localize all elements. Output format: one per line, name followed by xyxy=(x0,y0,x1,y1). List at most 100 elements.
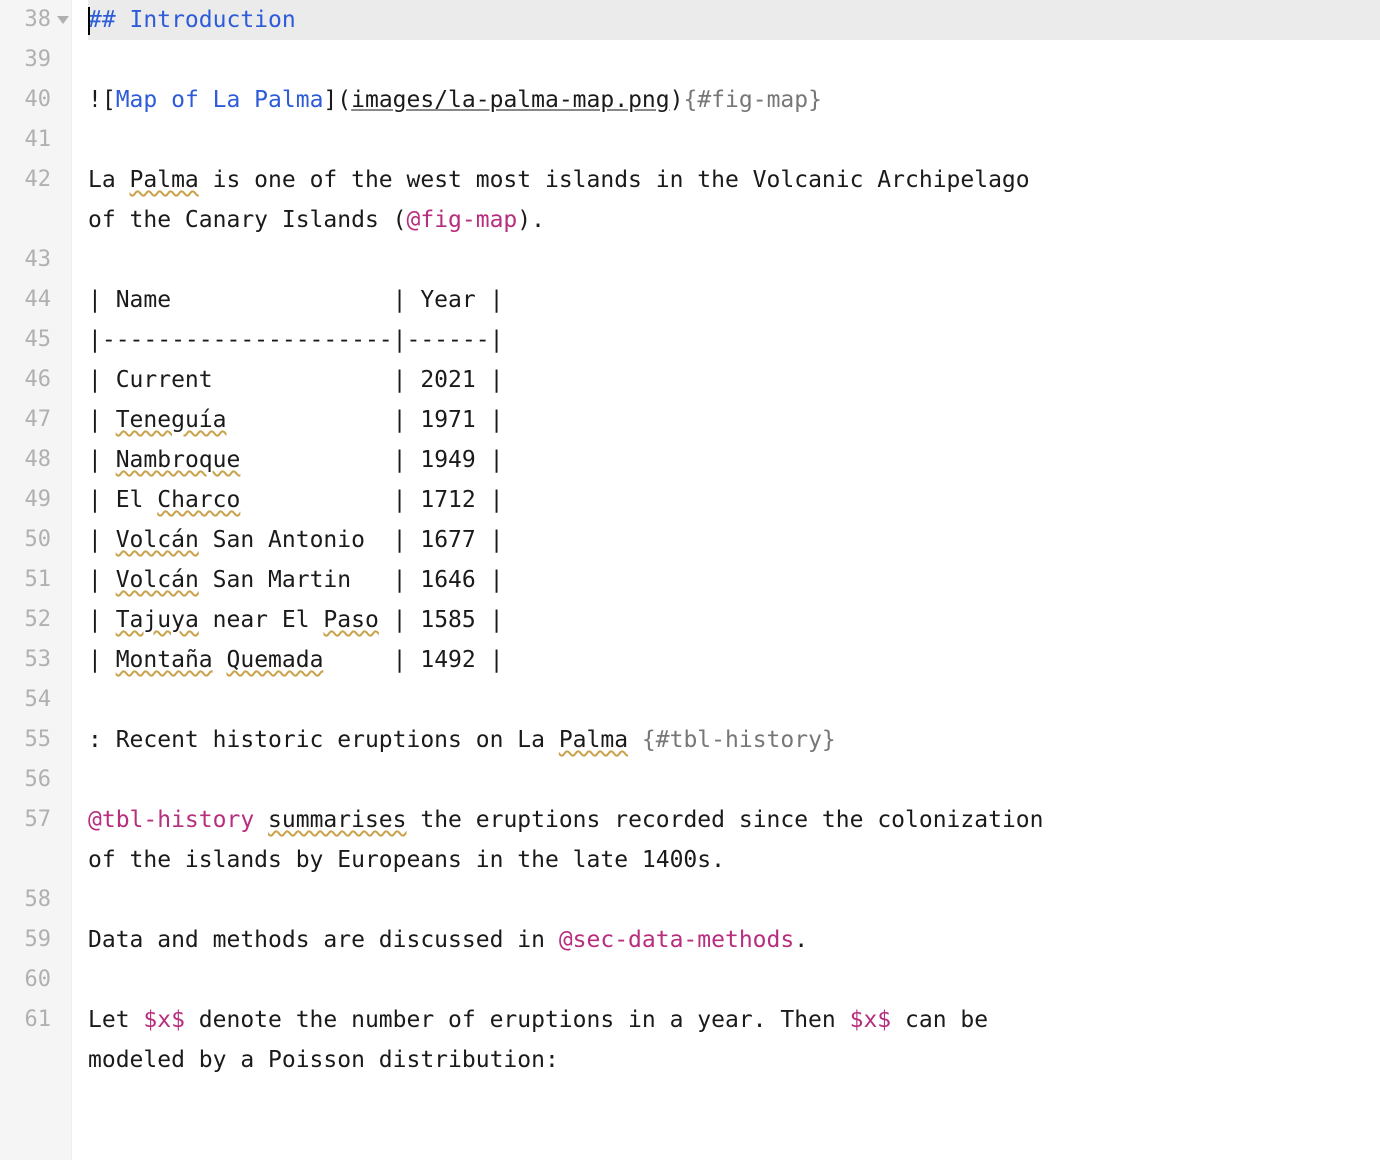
code-token: @fig-map xyxy=(407,207,518,233)
line-number: 47 xyxy=(0,400,71,440)
code-line[interactable] xyxy=(88,880,1380,920)
code-token: {#fig-map} xyxy=(683,87,821,113)
code-line[interactable]: of the Canary Islands (@fig-map). xyxy=(88,200,1380,240)
line-number: 56 xyxy=(0,760,71,800)
code-token: Teneguía xyxy=(116,407,227,433)
code-line[interactable]: : Recent historic eruptions on La Palma … xyxy=(88,720,1380,760)
code-token: | 1492 | xyxy=(323,647,503,673)
line-number: 41 xyxy=(0,120,71,160)
code-token: : Recent historic eruptions on La xyxy=(88,727,559,753)
code-line[interactable]: | Current | 2021 | xyxy=(88,360,1380,400)
line-number-value: 47 xyxy=(25,407,52,432)
code-token: Data and methods are discussed in xyxy=(88,927,559,953)
line-number-value: 58 xyxy=(25,887,52,912)
line-number-value: 41 xyxy=(25,127,52,152)
line-number: 42 xyxy=(0,160,71,200)
code-token: La xyxy=(88,167,130,193)
code-token: the eruptions recorded since the coloniz… xyxy=(407,807,1058,833)
code-token: can be xyxy=(891,1007,1002,1033)
line-number: 45 xyxy=(0,320,71,360)
line-number-value: 40 xyxy=(25,87,52,112)
code-line[interactable] xyxy=(88,760,1380,800)
code-token: modeled by a Poisson distribution: xyxy=(88,1047,559,1073)
line-number-value: 57 xyxy=(25,807,52,832)
line-number-value: 49 xyxy=(25,487,52,512)
code-line[interactable] xyxy=(88,120,1380,160)
code-line[interactable]: | Teneguía | 1971 | xyxy=(88,400,1380,440)
line-number: 57 xyxy=(0,800,71,840)
code-line[interactable]: |---------------------|------| xyxy=(88,320,1380,360)
line-number-value: 55 xyxy=(25,727,52,752)
code-token: Let xyxy=(88,1007,143,1033)
code-token: near El xyxy=(199,607,324,633)
line-number-value: 38 xyxy=(25,7,52,32)
code-token: |---------------------|------| xyxy=(88,327,503,353)
line-number-value: 53 xyxy=(25,647,52,672)
code-line[interactable]: | Name | Year | xyxy=(88,280,1380,320)
code-token: images/la-palma-map.png xyxy=(351,87,670,113)
line-number-value: 60 xyxy=(25,967,52,992)
code-editor[interactable]: 3839404142434445464748495051525354555657… xyxy=(0,0,1380,1160)
code-line[interactable]: @tbl-history summarises the eruptions re… xyxy=(88,800,1380,840)
code-token: Nambroque xyxy=(116,447,241,473)
text-cursor xyxy=(88,7,90,35)
code-token: Charco xyxy=(157,487,240,513)
code-line[interactable]: | Tajuya near El Paso | 1585 | xyxy=(88,600,1380,640)
code-line[interactable] xyxy=(88,680,1380,720)
line-number-value: 52 xyxy=(25,607,52,632)
code-line[interactable]: ![Map of La Palma](images/la-palma-map.p… xyxy=(88,80,1380,120)
code-token: San Martin | 1646 | xyxy=(199,567,504,593)
line-number-wrap xyxy=(0,840,71,880)
code-token: ). xyxy=(517,207,545,233)
code-token: Palma xyxy=(130,167,199,193)
line-number: 43 xyxy=(0,240,71,280)
line-number: 39 xyxy=(0,40,71,80)
code-token xyxy=(628,727,642,753)
code-token: denote the number of eruptions in a year… xyxy=(185,1007,850,1033)
line-number: 51 xyxy=(0,560,71,600)
code-line[interactable] xyxy=(88,40,1380,80)
code-line[interactable]: La Palma is one of the west most islands… xyxy=(88,160,1380,200)
code-line[interactable] xyxy=(88,240,1380,280)
code-token: summarises xyxy=(268,807,406,833)
code-token xyxy=(213,647,227,673)
code-token: ![ xyxy=(88,87,116,113)
chevron-down-icon[interactable] xyxy=(57,16,69,24)
line-number-value: 61 xyxy=(25,1007,52,1032)
code-line[interactable]: | El Charco | 1712 | xyxy=(88,480,1380,520)
code-line[interactable]: | Volcán San Martin | 1646 | xyxy=(88,560,1380,600)
line-number-wrap xyxy=(0,200,71,240)
code-token: Palma xyxy=(559,727,628,753)
code-token: Volcán xyxy=(116,567,199,593)
code-line[interactable]: modeled by a Poisson distribution: xyxy=(88,1040,1380,1080)
code-line[interactable]: | Montaña Quemada | 1492 | xyxy=(88,640,1380,680)
code-line[interactable]: of the islands by Europeans in the late … xyxy=(88,840,1380,880)
line-number-value: 39 xyxy=(25,47,52,72)
line-number: 55 xyxy=(0,720,71,760)
code-token: of the Canary Islands ( xyxy=(88,207,407,233)
code-line[interactable]: Data and methods are discussed in @sec-d… xyxy=(88,920,1380,960)
code-area[interactable]: ## Introduction ![Map of La Palma](images… xyxy=(72,0,1380,1160)
line-number: 52 xyxy=(0,600,71,640)
code-token: $x$ xyxy=(850,1007,892,1033)
line-number: 50 xyxy=(0,520,71,560)
line-number-value: 43 xyxy=(25,247,52,272)
code-token: ## Introduction xyxy=(88,7,296,33)
line-number: 53 xyxy=(0,640,71,680)
code-token: . xyxy=(794,927,808,953)
line-number: 60 xyxy=(0,960,71,1000)
code-line[interactable]: | Volcán San Antonio | 1677 | xyxy=(88,520,1380,560)
code-token: | xyxy=(88,527,116,553)
line-number-value: 48 xyxy=(25,447,52,472)
code-token: | 1971 | xyxy=(226,407,503,433)
code-token: ]( xyxy=(323,87,351,113)
code-token: Map of La Palma xyxy=(116,87,324,113)
code-line[interactable]: | Nambroque | 1949 | xyxy=(88,440,1380,480)
code-token: | xyxy=(88,407,116,433)
code-token: | xyxy=(88,567,116,593)
code-line[interactable]: Let $x$ denote the number of eruptions i… xyxy=(88,1000,1380,1040)
code-line[interactable]: ## Introduction xyxy=(88,0,1380,40)
code-line[interactable] xyxy=(88,960,1380,1000)
code-token: | El xyxy=(88,487,157,513)
line-number: 48 xyxy=(0,440,71,480)
